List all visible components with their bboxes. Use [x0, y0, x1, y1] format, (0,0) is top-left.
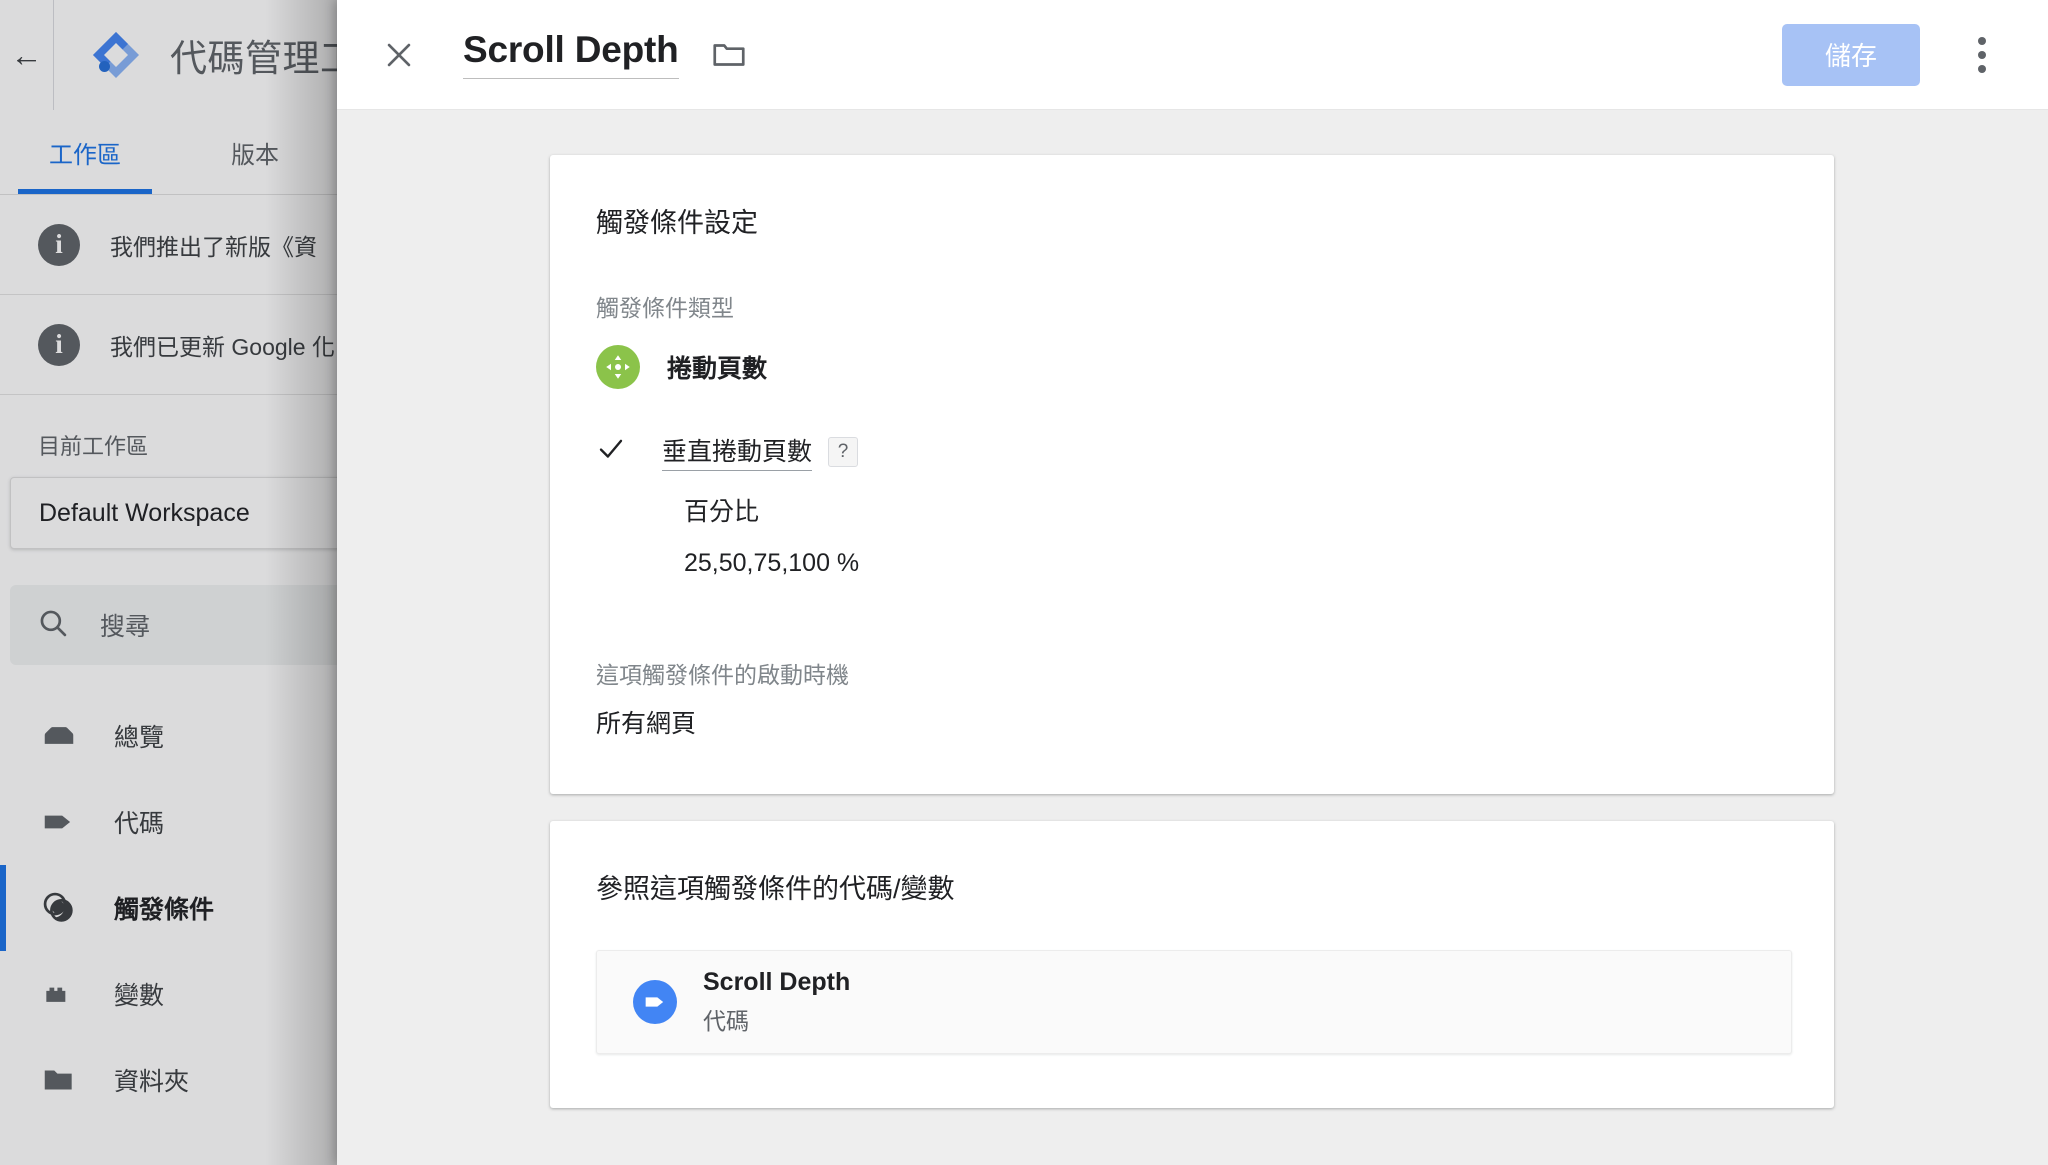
- info-icon: i: [38, 223, 80, 266]
- close-icon: [387, 43, 411, 66]
- workspace-section: 目前工作區 Default Workspace: [0, 395, 340, 549]
- checkmark-icon: [596, 432, 644, 471]
- fire-condition-block: 這項觸發條件的啟動時機 所有網頁: [596, 656, 1788, 740]
- vertical-scroll-value: 25,50,75,100 %: [684, 549, 860, 577]
- google-tag-manager-logo: [90, 29, 142, 81]
- tag-icon: [40, 803, 78, 841]
- overview-icon: [40, 717, 78, 755]
- list-item-texts: Scroll Depth 代碼: [703, 968, 850, 1036]
- trigger-icon: [40, 889, 78, 927]
- tab-workspace-label: 工作區: [49, 141, 121, 169]
- search-placeholder: 搜尋: [100, 613, 151, 641]
- folder-icon: [40, 1061, 78, 1099]
- kebab-dot: [1978, 64, 1986, 73]
- folder-icon[interactable]: [709, 35, 749, 75]
- search-input[interactable]: 搜尋: [10, 585, 340, 665]
- trigger-type-name: 捲動頁數: [667, 355, 768, 383]
- reference-type: 代碼: [703, 1008, 749, 1034]
- nav-list: 總覽 代碼 觸發條件 變數 資料夾: [0, 693, 340, 1123]
- trigger-config-heading: 觸發條件設定: [596, 208, 758, 238]
- dialog-title-group: Scroll Depth: [463, 29, 749, 80]
- vertical-scroll-setting: 垂直捲動頁數 ? 百分比 25,50,75,100 %: [596, 432, 1788, 578]
- vertical-scroll-title: 垂直捲動頁數: [662, 432, 813, 471]
- workspace-tabs: 工作區 版本: [0, 110, 340, 195]
- help-icon[interactable]: ?: [828, 436, 859, 467]
- close-button[interactable]: [371, 27, 427, 83]
- notice-banner-2[interactable]: i 我們已更新 Google 化: [0, 295, 340, 395]
- sidebar-item-variables[interactable]: 變數: [0, 951, 340, 1037]
- dialog-header: Scroll Depth 儲存: [337, 0, 2048, 110]
- notice-2-text: 我們已更新 Google 化: [110, 333, 335, 360]
- tab-versions-label: 版本: [231, 141, 279, 169]
- workspace-label: 目前工作區: [38, 434, 149, 459]
- notice-banner-1[interactable]: i 我們推出了新版《資: [0, 195, 340, 295]
- references-heading: 參照這項觸發條件的代碼/變數: [596, 874, 955, 904]
- sidebar-item-folders-label: 資料夾: [114, 1068, 190, 1096]
- sidebar-item-variables-label: 變數: [114, 982, 165, 1010]
- tab-workspace[interactable]: 工作區: [0, 110, 170, 194]
- fire-condition-label: 這項觸發條件的啟動時機: [596, 662, 849, 688]
- variable-icon: [40, 975, 78, 1013]
- more-vert-icon[interactable]: [1954, 27, 2010, 83]
- sidebar-item-triggers[interactable]: 觸發條件: [0, 865, 340, 951]
- sidebar-item-overview-label: 總覽: [114, 724, 165, 752]
- workspace-selector[interactable]: Default Workspace: [10, 477, 340, 549]
- references-card: 參照這項觸發條件的代碼/變數 Scroll Depth 代碼: [550, 821, 1834, 1108]
- left-navigation: 工作區 版本 i 我們推出了新版《資 i 我們已更新 Google 化 目前工作…: [0, 110, 340, 1165]
- dialog-title[interactable]: Scroll Depth: [463, 29, 679, 80]
- list-item[interactable]: Scroll Depth 代碼: [596, 950, 1792, 1054]
- tab-versions[interactable]: 版本: [170, 110, 340, 194]
- vertical-scroll-body: 垂直捲動頁數 ? 百分比 25,50,75,100 %: [644, 432, 859, 578]
- notice-1-text: 我們推出了新版《資: [110, 233, 317, 260]
- back-arrow-icon: ←: [10, 37, 43, 73]
- kebab-dot: [1978, 50, 1986, 59]
- scroll-depth-icon: [596, 345, 640, 389]
- save-button[interactable]: 儲存: [1782, 23, 1920, 86]
- back-button[interactable]: ←: [0, 0, 54, 110]
- sidebar-item-folders[interactable]: 資料夾: [0, 1037, 340, 1123]
- sidebar-item-overview[interactable]: 總覽: [0, 693, 340, 779]
- sidebar-item-tags-label: 代碼: [114, 810, 165, 838]
- workspace-value: Default Workspace: [39, 498, 250, 527]
- search-icon: [36, 606, 70, 645]
- vertical-scroll-unit: 百分比: [684, 498, 760, 526]
- sidebar-item-triggers-label: 觸發條件: [114, 896, 215, 924]
- trigger-detail-dialog: Scroll Depth 儲存 觸發條件設定 觸發條件類型 捲動頁數 垂直捲動頁…: [337, 0, 2048, 1165]
- tag-icon: [633, 980, 677, 1024]
- vertical-scroll-title-line: 垂直捲動頁數 ?: [662, 432, 859, 471]
- trigger-config-card: 觸發條件設定 觸發條件類型 捲動頁數 垂直捲動頁數 ? 百分比 25,50,75…: [550, 155, 1834, 794]
- info-icon: i: [38, 323, 80, 366]
- trigger-type-label: 觸發條件類型: [596, 295, 734, 321]
- sidebar-item-tags[interactable]: 代碼: [0, 779, 340, 865]
- reference-name: Scroll Depth: [703, 968, 851, 996]
- kebab-dot: [1978, 36, 1986, 45]
- trigger-type-row: 捲動頁數: [596, 345, 1788, 389]
- dialog-body: 觸發條件設定 觸發條件類型 捲動頁數 垂直捲動頁數 ? 百分比 25,50,75…: [337, 110, 2048, 1165]
- fire-condition-value: 所有網頁: [596, 710, 697, 738]
